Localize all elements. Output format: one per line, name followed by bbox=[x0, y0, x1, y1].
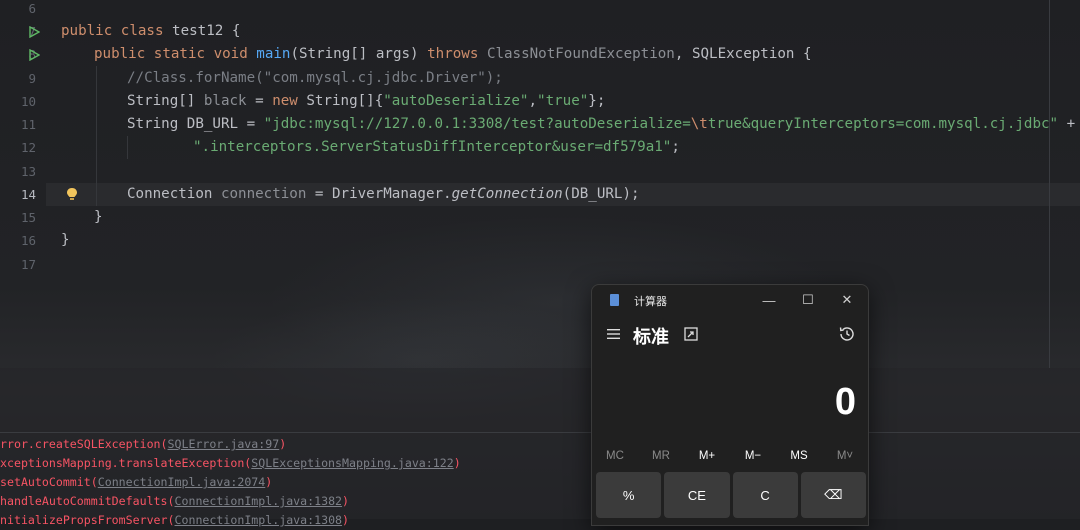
memory-recall-button[interactable]: MR bbox=[638, 445, 684, 467]
hamburger-menu-icon[interactable] bbox=[606, 326, 622, 342]
code-line-8: public static void main(String[] args) t… bbox=[94, 46, 812, 62]
calculator-app-icon bbox=[610, 294, 619, 306]
run-class-icon[interactable] bbox=[28, 20, 40, 43]
code-line-14: Connection connection = DriverManager.ge… bbox=[127, 186, 640, 202]
code-line-16: } bbox=[61, 232, 70, 248]
clear-entry-key[interactable]: CE bbox=[664, 472, 730, 518]
console-line: rror.createSQLException(SQLError.java:97… bbox=[0, 437, 287, 451]
indent-guide bbox=[127, 136, 128, 159]
memory-clear-button[interactable]: MC bbox=[592, 445, 638, 467]
console-line: nitializePropsFromServer(ConnectionImpl.… bbox=[0, 513, 350, 527]
mode-title: 标准 bbox=[633, 327, 669, 347]
backspace-key[interactable]: ⌫ bbox=[800, 472, 866, 518]
line-number: 12 bbox=[20, 140, 36, 155]
line-number: 10 bbox=[20, 94, 36, 109]
code-line-10: String[] black = new String[]{"autoDeser… bbox=[127, 93, 606, 109]
run-main-icon[interactable] bbox=[28, 43, 40, 66]
console-toolbar bbox=[0, 368, 1080, 433]
line-number: 16 bbox=[20, 233, 36, 248]
code-editor[interactable]: 6 7 8 9 10 11 12 13 14 15 16 17 public c… bbox=[0, 0, 1080, 368]
line-number: 15 bbox=[20, 210, 36, 225]
line-number: 11 bbox=[20, 117, 36, 132]
code-line-11: String DB_URL = "jdbc:mysql://127.0.0.1:… bbox=[127, 116, 1076, 132]
code-line-9: //Class.forName("com.mysql.cj.jdbc.Drive… bbox=[127, 70, 503, 86]
percent-key[interactable]: % bbox=[596, 472, 662, 518]
indent-guide bbox=[96, 66, 97, 206]
memory-subtract-button[interactable]: M− bbox=[730, 445, 776, 467]
memory-list-button[interactable]: M˅ bbox=[822, 445, 868, 467]
stacktrace-link[interactable]: ConnectionImpl.java:2074 bbox=[98, 475, 266, 489]
console-line: handleAutoCommitDefaults(ConnectionImpl.… bbox=[0, 494, 350, 508]
code-line-12: ".interceptors.ServerStatusDiffIntercept… bbox=[193, 139, 680, 155]
keep-on-top-icon[interactable] bbox=[684, 327, 698, 341]
console-line: setAutoCommit(ConnectionImpl.java:2074) bbox=[0, 475, 273, 489]
stacktrace-link[interactable]: ConnectionImpl.java:1308 bbox=[175, 513, 343, 527]
lightbulb-icon[interactable] bbox=[65, 187, 79, 203]
clear-key[interactable]: C bbox=[732, 472, 798, 518]
stacktrace-link[interactable]: ConnectionImpl.java:1382 bbox=[175, 494, 343, 508]
stacktrace-link[interactable]: SQLExceptionsMapping.java:122 bbox=[251, 456, 453, 470]
memory-row: MC MR M+ M− MS M˅ bbox=[592, 445, 868, 467]
keypad-row: % CE C ⌫ bbox=[596, 472, 866, 518]
memory-add-button[interactable]: M+ bbox=[684, 445, 730, 467]
calculator-window[interactable]: 计算器 — ☐ ✕ 标准 0 MC MR M+ M− MS M˅ % CE C … bbox=[591, 284, 869, 526]
line-number: 9 bbox=[28, 71, 36, 86]
line-number: 6 bbox=[28, 1, 36, 16]
line-number: 13 bbox=[20, 164, 36, 179]
line-number: 17 bbox=[20, 257, 36, 272]
maximize-button[interactable]: ☐ bbox=[793, 289, 823, 311]
console-line: xceptionsMapping.translateException(SQLE… bbox=[0, 456, 461, 470]
window-title: 计算器 bbox=[634, 296, 667, 308]
result-display: 0 bbox=[834, 381, 856, 423]
code-line-15: } bbox=[94, 209, 103, 225]
line-number: 14 bbox=[20, 187, 36, 202]
minimize-button[interactable]: — bbox=[754, 289, 784, 311]
memory-store-button[interactable]: MS bbox=[776, 445, 822, 467]
close-button[interactable]: ✕ bbox=[832, 289, 862, 311]
history-icon[interactable] bbox=[838, 325, 856, 343]
right-margin-guide bbox=[1049, 0, 1050, 368]
code-line-7: public class test12 { bbox=[61, 23, 241, 39]
stacktrace-link[interactable]: SQLError.java:97 bbox=[168, 437, 280, 451]
